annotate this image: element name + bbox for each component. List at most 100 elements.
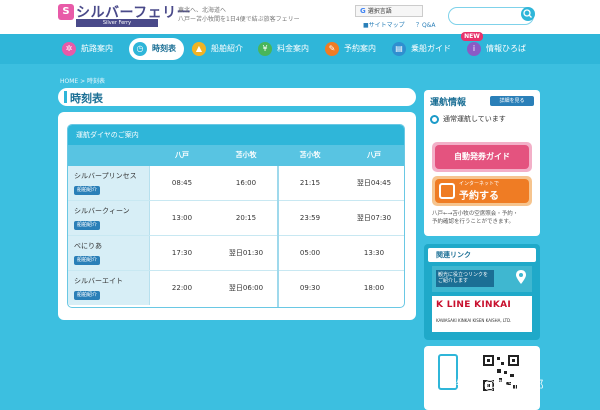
nav-timetable[interactable]: ◷ 時刻表 bbox=[129, 38, 184, 60]
operation-info-title: 運航情報 bbox=[430, 98, 467, 108]
time-cell: 21:15 bbox=[299, 179, 321, 187]
ship-info-button[interactable]: 船舶紹介 bbox=[74, 186, 101, 195]
book-icon: ▤ bbox=[392, 41, 406, 56]
nav-fares-label: 料金案内 bbox=[277, 44, 309, 53]
operation-info-panel: 運航情報 詳細を見る 通常運航しています 自動発券ガイド インターネットで 予約… bbox=[424, 90, 540, 236]
ship-info-button[interactable]: 船舶紹介 bbox=[74, 256, 101, 265]
ship-name: シルバークィーン bbox=[74, 207, 130, 215]
table-row: シルバーエイト 船舶紹介 22:00 翌日06:00 09:30 18:00 bbox=[68, 271, 404, 306]
kline-logo: K LINE KINKAI bbox=[436, 300, 512, 310]
ship-info-button[interactable]: 船舶紹介 bbox=[74, 291, 101, 300]
ship-name: べにりあ bbox=[74, 242, 102, 250]
col-tomakomai-depart: 苫小牧 bbox=[299, 151, 321, 159]
qa-link[interactable]: ？Q&A bbox=[416, 20, 436, 29]
helm-icon: ✲ bbox=[62, 41, 76, 56]
time-cell: 20:15 bbox=[235, 214, 257, 222]
time-cell: 05:00 bbox=[299, 249, 321, 257]
time-cell: 16:00 bbox=[235, 179, 257, 187]
time-cell: 翌日07:30 bbox=[356, 214, 392, 222]
reservation-title: 予約する bbox=[459, 191, 499, 202]
timetable-card: 運航ダイヤのご案内 八戸 苫小牧 苫小牧 八戸 シルバープリンセス 船舶紹介 0… bbox=[58, 112, 416, 320]
nav-fares[interactable]: ¥ 料金案内 bbox=[258, 38, 309, 60]
nav-boarding-guide[interactable]: ▤ 乗船ガイド bbox=[392, 38, 451, 60]
global-nav: ✲ 航路案内 ◷ 時刻表 ▲ 船舶紹介 ¥ 料金案内 ✎ 予約案内 ▤ 乗船ガイド i 情報ひ… bbox=[0, 34, 600, 64]
table-row: べにりあ 船舶紹介 17:30 翌日01:30 05:00 13:30 bbox=[68, 236, 404, 271]
search-icon[interactable] bbox=[520, 6, 536, 22]
time-cell: 22:00 bbox=[171, 284, 193, 292]
nav-reservation-label: 予約案内 bbox=[344, 44, 376, 53]
reservation-note-line-1: 八戸←→苫小牧の空席照会・予約・ bbox=[432, 211, 519, 217]
logo-mark-icon: S bbox=[58, 4, 74, 20]
time-cell: 翌日01:30 bbox=[228, 249, 264, 257]
clock-icon: ◷ bbox=[133, 41, 147, 56]
nav-route[interactable]: ✲ 航路案内 bbox=[62, 38, 113, 60]
timetable-header: 八戸 苫小牧 苫小牧 八戸 bbox=[68, 145, 404, 166]
ship-name: シルバーエイト bbox=[74, 277, 123, 285]
tourism-links-text: 観光に役立つリンクをご紹介します bbox=[436, 270, 494, 287]
ticket-guide-banner[interactable]: 自動発券ガイド bbox=[432, 142, 532, 172]
reservation-note-line-2: 予約確認を行うことができます。 bbox=[432, 219, 514, 225]
page-title: 時刻表 bbox=[70, 92, 103, 105]
time-cell: 08:45 bbox=[171, 179, 193, 187]
nav-ships-label: 船舶紹介 bbox=[211, 44, 243, 53]
header-tagline: 東北へ、北海道へ 八戸ー苫小牧間を1日4便で結ぶ旅客フェリー bbox=[178, 6, 300, 24]
ticket-guide-label: 自動発券ガイド bbox=[435, 145, 529, 169]
watermark: 知乎 @鴨江一郎 bbox=[456, 378, 544, 392]
timetable-title: 運航ダイヤのご案内 bbox=[68, 125, 404, 145]
reservation-subtitle: インターネットで bbox=[459, 181, 500, 187]
time-cell: 17:30 bbox=[171, 249, 193, 257]
col-tomakomai-arrive: 苫小牧 bbox=[235, 151, 257, 159]
ticket-icon: ✎ bbox=[325, 41, 339, 56]
nav-ships[interactable]: ▲ 船舶紹介 bbox=[192, 38, 243, 60]
site-logo[interactable]: S シルバーフェリー Silver Ferry bbox=[58, 4, 191, 28]
reservation-note: 八戸←→苫小牧の空席照会・予約・ 予約確認を行うことができます。 bbox=[432, 210, 518, 226]
time-cell: 18:00 bbox=[363, 284, 385, 292]
col-hachinohe-depart: 八戸 bbox=[175, 151, 189, 159]
ship-name: シルバープリンセス bbox=[74, 172, 137, 180]
ship-cell: シルバーエイト 船舶紹介 bbox=[68, 271, 150, 305]
sitemap-link[interactable]: ■サイトマップ bbox=[363, 20, 405, 29]
table-row: シルバークィーン 船舶紹介 13:00 20:15 23:59 翌日07:30 bbox=[68, 201, 404, 236]
timetable: 運航ダイヤのご案内 八戸 苫小牧 苫小牧 八戸 シルバープリンセス 船舶紹介 0… bbox=[67, 124, 405, 308]
time-cell: 翌日04:45 bbox=[356, 179, 392, 187]
time-cell: 翌日06:00 bbox=[228, 284, 264, 292]
ship-icon: ▲ bbox=[192, 41, 206, 56]
tagline-line-1: 東北へ、北海道へ bbox=[178, 7, 227, 14]
details-button[interactable]: 詳細を見る bbox=[490, 96, 534, 106]
operation-status-text: 通常運航しています bbox=[443, 115, 506, 123]
related-links-title: 関連リンク bbox=[428, 248, 536, 262]
table-row: シルバープリンセス 船舶紹介 08:45 16:00 21:15 翌日04:45 bbox=[68, 166, 404, 201]
tourism-links-banner[interactable]: 観光に役立つリンクをご紹介します bbox=[432, 266, 532, 292]
nav-info-plaza-label: 情報ひろば bbox=[486, 44, 526, 53]
map-pin-icon bbox=[516, 270, 526, 284]
info-icon: i bbox=[467, 41, 481, 56]
title-accent bbox=[64, 91, 67, 103]
nav-info-plaza[interactable]: i 情報ひろば bbox=[467, 38, 526, 60]
kline-company-name: KAWASAKI KINKAI KISEN KAISHA, LTD. bbox=[436, 318, 512, 323]
time-cell: 23:59 bbox=[299, 214, 321, 222]
online-reservation-banner[interactable]: インターネットで 予約する bbox=[432, 176, 532, 206]
operation-status: 通常運航しています bbox=[430, 114, 534, 128]
ship-cell: シルバープリンセス 船舶紹介 bbox=[68, 166, 150, 200]
yen-icon: ¥ bbox=[258, 41, 272, 56]
tagline-line-2: 八戸ー苫小牧間を1日4便で結ぶ旅客フェリー bbox=[178, 16, 300, 23]
time-cell: 13:00 bbox=[171, 214, 193, 222]
page-title-bar: 時刻表 bbox=[58, 88, 416, 106]
ship-cell: べにりあ 船舶紹介 bbox=[68, 236, 150, 270]
time-cell: 09:30 bbox=[299, 284, 321, 292]
breadcrumb: HOME > 時刻表 bbox=[60, 78, 106, 85]
site-header: S シルバーフェリー Silver Ferry 東北へ、北海道へ 八戸ー苫小牧間… bbox=[0, 0, 600, 34]
ship-cell: シルバークィーン 船舶紹介 bbox=[68, 201, 150, 235]
online-reservation-inner: インターネットで 予約する bbox=[435, 179, 529, 203]
language-select[interactable]: G 選択言語 bbox=[355, 5, 423, 17]
ship-info-button[interactable]: 船舶紹介 bbox=[74, 221, 101, 230]
language-select-label: 選択言語 bbox=[367, 8, 392, 15]
nav-timetable-label: 時刻表 bbox=[152, 44, 176, 53]
new-badge: NEW bbox=[461, 32, 483, 41]
time-cell: 13:30 bbox=[363, 249, 385, 257]
kline-kinkai-banner[interactable]: K LINE KINKAI KAWASAKI KINKAI KISEN KAIS… bbox=[432, 296, 532, 332]
google-icon: G bbox=[360, 7, 366, 15]
nav-reservation[interactable]: ✎ 予約案内 bbox=[325, 38, 376, 60]
status-circle-icon bbox=[430, 114, 439, 124]
direction-divider bbox=[277, 166, 279, 307]
